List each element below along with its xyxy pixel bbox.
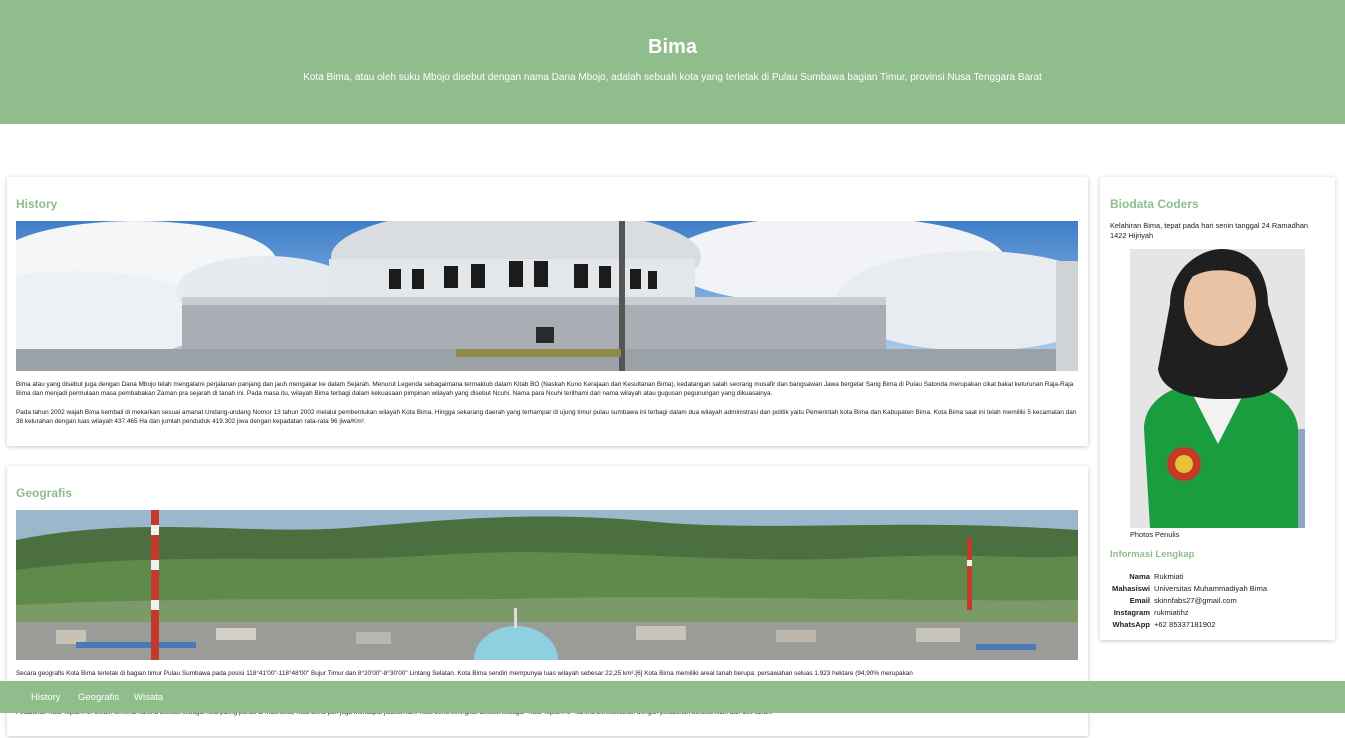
page-subtitle: Kota Bima, atau oleh suku Mbojo disebut … <box>303 72 1042 83</box>
info-value: skinnfabs27@gmail.com <box>1153 595 1237 605</box>
history-image <box>16 221 1078 371</box>
info-key: Nama <box>1129 571 1150 581</box>
nav-history-link[interactable]: History <box>31 692 61 703</box>
history-title: History <box>16 197 58 211</box>
info-row: Instagram rukmiatihz <box>1110 606 1269 618</box>
author-photo <box>1130 249 1305 528</box>
info-key: Instagram <box>1113 607 1150 617</box>
bottom-navbar: History Geografis Wisata <box>0 681 1345 713</box>
history-paragraph-2: Pada tahun 2002 wajah Bima kembali di me… <box>16 409 1077 425</box>
info-key: Email <box>1129 595 1150 605</box>
nav-wisata-link[interactable]: Wisata <box>134 692 163 703</box>
info-key: WhatsApp <box>1112 619 1150 629</box>
info-value: Universitas Muhammadiyah Bima <box>1153 583 1268 593</box>
photo-caption: Photos Penulis <box>1130 530 1180 539</box>
info-row: Mahasiswi Universitas Muhammadiyah Bima <box>1110 582 1269 594</box>
info-value: +62 85337181902 <box>1153 619 1216 629</box>
history-card: History Bima atau yang disebut juga deng… <box>7 177 1088 446</box>
geografis-title: Geografis <box>16 486 73 500</box>
info-row: Email skinnfabs27@gmail.com <box>1110 594 1269 606</box>
geografis-image <box>16 510 1078 660</box>
biodata-intro: Kelahiran Bima, tepat pada hari senin ta… <box>1110 221 1309 240</box>
info-row: WhatsApp +62 85337181902 <box>1110 618 1269 630</box>
nav-geografis-link[interactable]: Geografis <box>78 692 119 703</box>
geografis-paragraph-1: Secara geografis Kota Bima terletak di b… <box>16 670 913 677</box>
info-row: Nama Rukmiati <box>1110 570 1269 582</box>
biodata-title: Biodata Coders <box>1110 197 1199 211</box>
biodata-card: Biodata Coders Kelahiran Bima, tepat pad… <box>1100 177 1335 640</box>
info-title: Informasi Lengkap <box>1110 549 1195 560</box>
info-table: Nama Rukmiati Mahasiswi Universitas Muhamma… <box>1110 570 1269 630</box>
page-title: Bima <box>648 36 697 58</box>
page-header: Bima Kota Bima, atau oleh suku Mbojo dis… <box>0 0 1345 124</box>
info-value: rukmiatihz <box>1153 607 1189 617</box>
info-key: Mahasiswi <box>1112 583 1150 593</box>
history-paragraph-1: Bima atau yang disebut juga dengan Dana … <box>16 381 1074 397</box>
info-value: Rukmiati <box>1153 571 1184 581</box>
